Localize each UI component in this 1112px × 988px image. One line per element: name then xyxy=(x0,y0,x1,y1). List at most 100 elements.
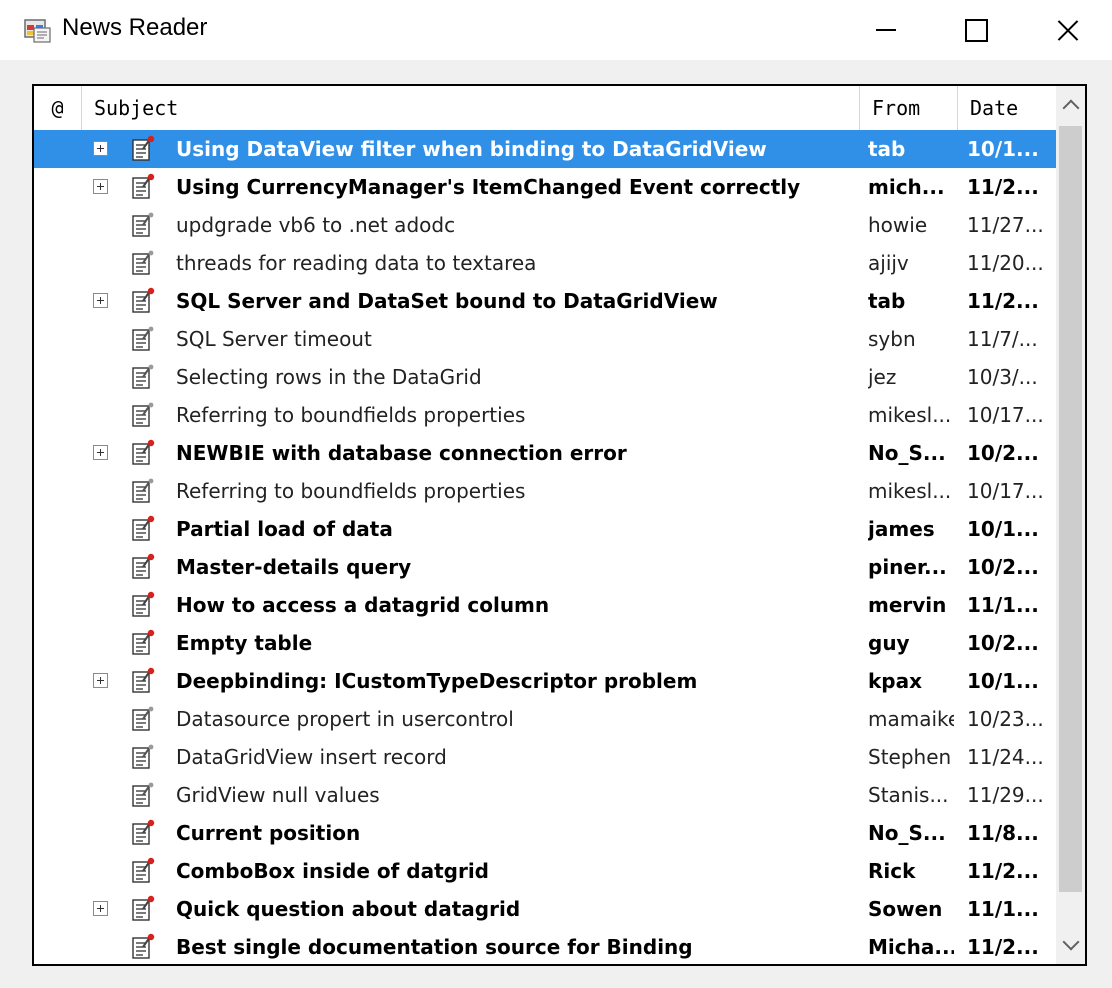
table-row[interactable]: Datasource propert in usercontrol mamaike… xyxy=(34,700,1056,738)
scroll-up-button[interactable] xyxy=(1056,86,1085,124)
cell-subject: Deepbinding: ICustomTypeDescriptor probl… xyxy=(176,669,698,693)
table-row[interactable]: How to access a datagrid column mervin 11/… xyxy=(34,586,1056,624)
cell-from: mich... xyxy=(868,175,945,199)
cell-from: tab xyxy=(868,289,906,313)
table-row[interactable]: Using CurrencyManager's ItemChanged Even… xyxy=(34,168,1056,206)
cell-subject: Selecting rows in the DataGrid xyxy=(176,365,482,389)
table-row[interactable]: SQL Server and DataSet bound to DataGrid… xyxy=(34,282,1056,320)
column-header-date[interactable]: Date xyxy=(958,86,1056,130)
cell-from: mamaike xyxy=(868,707,954,731)
read-message-icon xyxy=(130,401,156,429)
cell-subject: Quick question about datagrid xyxy=(176,897,521,921)
cell-from: Sowen xyxy=(868,897,943,921)
column-header-from[interactable]: From xyxy=(860,86,958,130)
table-row[interactable]: NEWBIE with database connection error No_… xyxy=(34,434,1056,472)
read-message-icon xyxy=(130,743,156,771)
cell-subject: NEWBIE with database connection error xyxy=(176,441,627,465)
cell-from: Micha... xyxy=(868,935,954,959)
newsreader-app-icon xyxy=(24,19,51,43)
table-row[interactable]: Referring to boundfields properties mikes… xyxy=(34,396,1056,434)
read-message-icon xyxy=(130,249,156,277)
expand-plus-icon[interactable] xyxy=(93,901,108,916)
table-row[interactable]: Partial load of data james 10/1... xyxy=(34,510,1056,548)
table-row[interactable]: Using DataView filter when binding to Da… xyxy=(34,130,1056,168)
cell-from: kpax xyxy=(868,669,923,693)
table-row[interactable]: Current position No_S... 11/8... xyxy=(34,814,1056,852)
table-row[interactable]: ComboBox inside of datgrid Rick 11/2... xyxy=(34,852,1056,890)
cell-date: 10/2... xyxy=(967,631,1039,655)
cell-from: sybn xyxy=(868,327,916,351)
cell-date: 11/20... xyxy=(967,251,1044,275)
table-row[interactable]: Empty table guy 10/2... xyxy=(34,624,1056,662)
unread-message-icon xyxy=(130,515,156,543)
cell-date: 10/1... xyxy=(967,669,1039,693)
cell-date: 11/2... xyxy=(967,859,1039,883)
column-header-attachment[interactable]: @ xyxy=(34,86,82,130)
table-row[interactable]: Quick question about datagrid Sowen 11/1..… xyxy=(34,890,1056,928)
vertical-scrollbar[interactable] xyxy=(1056,86,1085,964)
grid-rows: Using DataView filter when binding to Da… xyxy=(34,130,1056,964)
cell-subject: Empty table xyxy=(176,631,313,655)
chevron-up-icon xyxy=(1062,99,1079,117)
cell-from: guy xyxy=(868,631,910,655)
cell-date: 11/1... xyxy=(967,593,1039,617)
cell-from: howie xyxy=(868,213,928,237)
cell-subject: updgrade vb6 to .net adodc xyxy=(176,213,456,237)
unread-message-icon xyxy=(130,857,156,885)
cell-subject: GridView null values xyxy=(176,783,380,807)
read-message-icon xyxy=(130,211,156,239)
table-row[interactable]: updgrade vb6 to .net adodc howie 11/27... xyxy=(34,206,1056,244)
expand-plus-icon[interactable] xyxy=(93,293,108,308)
read-message-icon xyxy=(130,477,156,505)
expand-plus-icon[interactable] xyxy=(93,673,108,688)
close-button[interactable] xyxy=(1022,0,1112,60)
read-message-icon xyxy=(130,325,156,353)
cell-date: 11/27... xyxy=(967,213,1044,237)
table-row[interactable]: Master-details query piner... 10/2... xyxy=(34,548,1056,586)
cell-from: mervin xyxy=(868,593,947,617)
table-row[interactable]: threads for reading data to textarea ajij… xyxy=(34,244,1056,282)
cell-from: Rick xyxy=(868,859,916,883)
table-row[interactable]: Selecting rows in the DataGrid jez 10/3/..… xyxy=(34,358,1056,396)
table-row[interactable]: GridView null values Stanis... 11/29... xyxy=(34,776,1056,814)
cell-subject: Using CurrencyManager's ItemChanged Even… xyxy=(176,175,801,199)
minimize-button[interactable] xyxy=(840,0,932,60)
table-row[interactable]: Referring to boundfields properties mikes… xyxy=(34,472,1056,510)
expand-plus-icon[interactable] xyxy=(93,179,108,194)
cell-date: 10/1... xyxy=(967,137,1039,161)
cell-date: 10/2... xyxy=(967,441,1039,465)
unread-message-icon xyxy=(130,553,156,581)
maximize-button[interactable] xyxy=(930,0,1022,60)
maximize-icon xyxy=(964,18,988,42)
table-row[interactable]: Best single documentation source for Bin… xyxy=(34,928,1056,964)
cell-date: 11/1... xyxy=(967,897,1039,921)
read-message-icon xyxy=(130,363,156,391)
chevron-down-icon xyxy=(1062,933,1079,951)
scroll-thumb[interactable] xyxy=(1059,126,1082,892)
cell-date: 10/3/... xyxy=(967,365,1038,389)
cell-date: 11/29... xyxy=(967,783,1044,807)
cell-subject: How to access a datagrid column xyxy=(176,593,550,617)
unread-message-icon xyxy=(130,819,156,847)
cell-from: Stephen xyxy=(868,745,952,769)
cell-from: No_S... xyxy=(868,441,946,465)
table-row[interactable]: DataGridView insert record Stephen 11/24..… xyxy=(34,738,1056,776)
cell-date: 10/17... xyxy=(967,403,1044,427)
cell-subject: Referring to boundfields properties xyxy=(176,403,526,427)
expand-plus-icon[interactable] xyxy=(93,445,108,460)
minimize-icon xyxy=(876,29,896,31)
cell-date: 11/24... xyxy=(967,745,1044,769)
cell-date: 10/1... xyxy=(967,517,1039,541)
table-row[interactable]: SQL Server timeout sybn 11/7/... xyxy=(34,320,1056,358)
unread-message-icon xyxy=(130,173,156,201)
unread-message-icon xyxy=(130,591,156,619)
table-row[interactable]: Deepbinding: ICustomTypeDescriptor probl… xyxy=(34,662,1056,700)
column-header-subject[interactable]: Subject xyxy=(82,86,860,130)
cell-date: 11/2... xyxy=(967,175,1039,199)
unread-message-icon xyxy=(130,439,156,467)
expand-plus-icon[interactable] xyxy=(93,141,108,156)
scroll-down-button[interactable] xyxy=(1056,926,1085,964)
cell-subject: Referring to boundfields properties xyxy=(176,479,526,503)
message-grid[interactable]: @ Subject From Date Using DataView filte… xyxy=(32,84,1087,966)
unread-message-icon xyxy=(130,135,156,163)
